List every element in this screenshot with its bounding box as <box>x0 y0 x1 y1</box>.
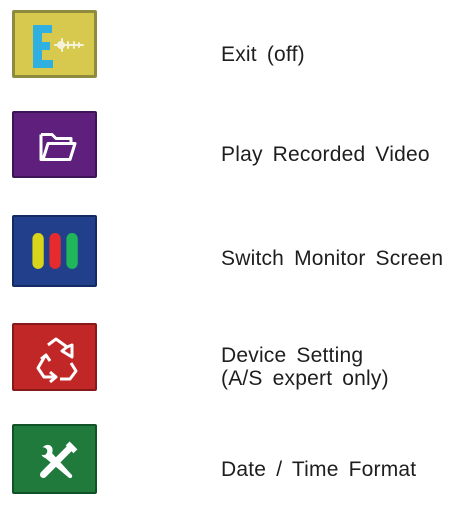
menu-item-device-setting[interactable]: Device Setting (A/S expert only) <box>0 321 474 401</box>
switch-monitor-screen-button[interactable] <box>12 215 97 287</box>
date-time-format-label: Date / Time Format <box>221 458 417 481</box>
exit-label: Exit (off) <box>221 43 305 66</box>
device-setting-button[interactable] <box>12 323 97 391</box>
exit-button[interactable] <box>12 10 97 78</box>
play-recorded-video-label: Play Recorded Video <box>221 143 430 166</box>
play-recorded-video-button[interactable] <box>12 111 97 178</box>
date-time-format-button[interactable] <box>12 424 97 494</box>
recycle-icon <box>36 337 78 384</box>
menu-item-switch-monitor-screen[interactable]: Switch Monitor Screen <box>0 215 474 295</box>
device-setting-label: Device Setting (A/S expert only) <box>221 344 389 390</box>
menu-item-play-recorded-video[interactable]: Play Recorded Video <box>0 110 474 190</box>
device-setting-label-line1: Device Setting <box>221 344 364 367</box>
tools-icon <box>39 441 78 479</box>
switch-monitor-screen-label: Switch Monitor Screen <box>221 247 444 270</box>
menu-item-exit[interactable]: Exit (off) <box>0 8 474 88</box>
monitor-bars-icon <box>32 233 78 269</box>
device-setting-label-line2: (A/S expert only) <box>221 367 389 390</box>
menu-item-date-time-format[interactable]: Date / Time Format <box>0 424 474 504</box>
folder-icon <box>39 133 77 161</box>
exit-icon <box>33 25 84 68</box>
